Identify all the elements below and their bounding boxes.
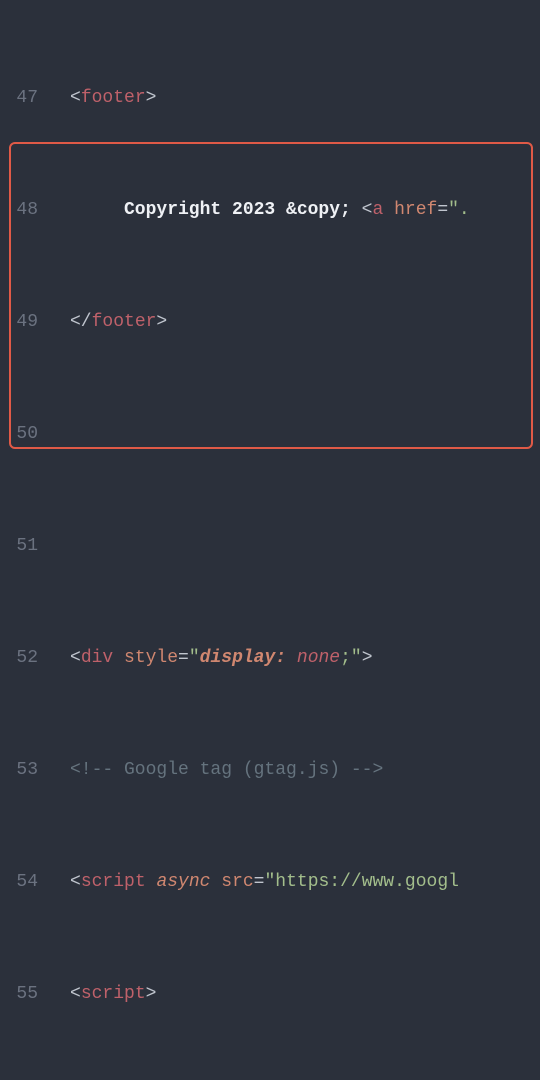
code-line[interactable]: 48 Copyright 2023 &copy; <a href=". xyxy=(0,196,540,224)
line-number: 47 xyxy=(0,84,52,112)
code-line[interactable]: 55 <script> xyxy=(0,980,540,1008)
code-content: </footer> xyxy=(52,308,167,336)
code-content: <script async src="https://www.googl xyxy=(52,868,459,896)
code-content: Copyright 2023 &copy; <a href=". xyxy=(52,196,470,224)
line-number: 51 xyxy=(0,532,52,560)
code-line[interactable]: 52 <div style="display: none;"> xyxy=(0,644,540,672)
code-editor[interactable]: 47 <footer> 48 Copyright 2023 &copy; <a … xyxy=(0,0,540,540)
line-number: 53 xyxy=(0,756,52,784)
highlight-box xyxy=(9,142,533,449)
code-line[interactable]: 51 xyxy=(0,532,540,560)
code-content: <script> xyxy=(52,980,156,1008)
code-line[interactable]: 54 <script async src="https://www.googl xyxy=(0,868,540,896)
code-line[interactable]: 47 <footer> xyxy=(0,84,540,112)
line-number: 52 xyxy=(0,644,52,672)
code-content: <div style="display: none;"> xyxy=(52,644,373,672)
code-line[interactable]: 53 <!-- Google tag (gtag.js) --> xyxy=(0,756,540,784)
line-number: 55 xyxy=(0,980,52,1008)
code-line[interactable]: 50 xyxy=(0,420,540,448)
code-content: <!-- Google tag (gtag.js) --> xyxy=(52,756,383,784)
code-content: <footer> xyxy=(52,84,156,112)
line-number: 48 xyxy=(0,196,52,224)
code-line[interactable]: 49 </footer> xyxy=(0,308,540,336)
line-number: 50 xyxy=(0,420,52,448)
line-number: 49 xyxy=(0,308,52,336)
line-number: 54 xyxy=(0,868,52,896)
